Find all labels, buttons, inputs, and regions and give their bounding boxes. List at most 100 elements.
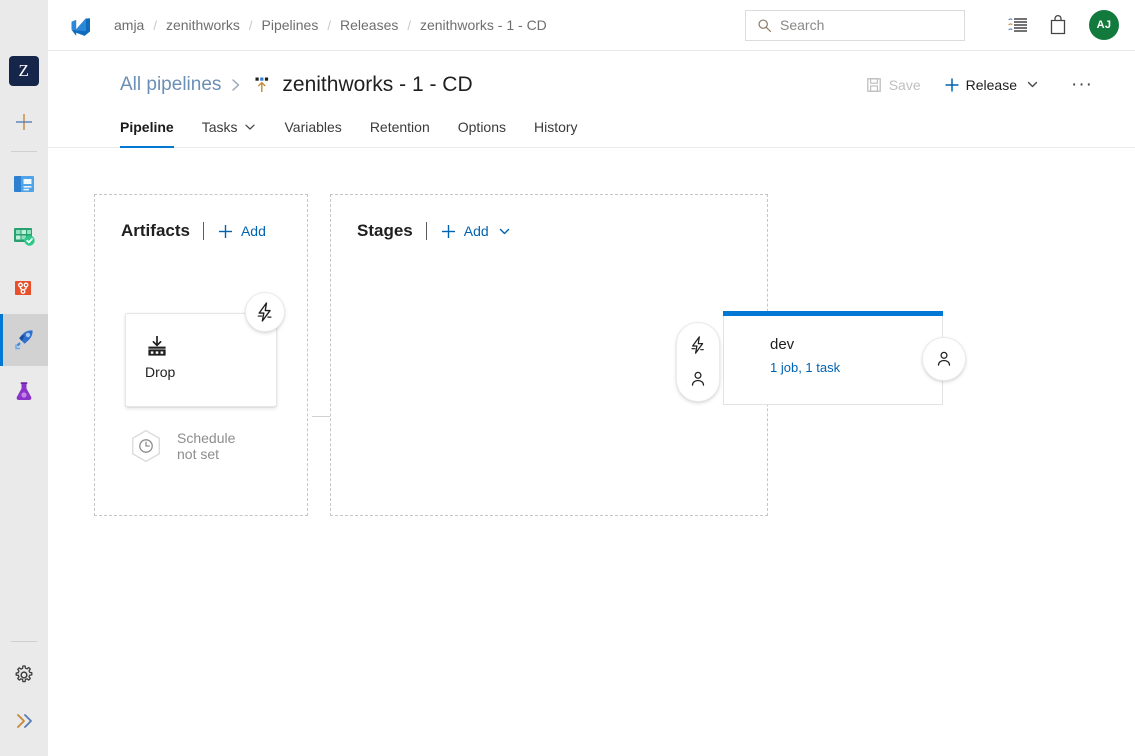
- work-items-icon[interactable]: [1001, 8, 1035, 42]
- plus-icon: [13, 111, 35, 133]
- page-header-row: All pipelines zenithworks - 1 - CD: [120, 61, 1111, 108]
- chevron-down-icon[interactable]: [1026, 78, 1039, 91]
- stages-title: Stages: [357, 221, 413, 241]
- pre-deployment-conditions-button[interactable]: [676, 322, 720, 402]
- expand-rail-button[interactable]: [0, 698, 48, 744]
- tab-history[interactable]: History: [534, 108, 578, 148]
- breadcrumb-item-org[interactable]: amja: [114, 17, 144, 33]
- tab-pipeline[interactable]: Pipeline: [120, 108, 174, 148]
- rail-divider: [11, 151, 37, 152]
- continuous-deployment-trigger-icon[interactable]: [245, 292, 285, 332]
- tab-retention[interactable]: Retention: [370, 108, 430, 148]
- test-plans-flask-icon: [11, 379, 37, 405]
- artifacts-panel: Artifacts Add: [94, 194, 308, 516]
- stages-panel-header: Stages Add: [331, 195, 767, 241]
- sidebar-item-test-plans[interactable]: [0, 366, 48, 418]
- rail-top-group: Z: [0, 0, 48, 418]
- plus-icon: [217, 223, 234, 240]
- boards-icon: [11, 223, 37, 249]
- lightning-bolt-glyph: [688, 335, 708, 355]
- breadcrumb-item-current[interactable]: zenithworks - 1 - CD: [420, 17, 547, 33]
- tab-tasks[interactable]: Tasks: [202, 108, 257, 148]
- tab-options-label: Options: [458, 119, 506, 135]
- schedule-trigger[interactable]: Schedule not set: [127, 427, 235, 465]
- artifacts-title: Artifacts: [121, 221, 190, 241]
- post-deployment-conditions-button[interactable]: [922, 337, 966, 381]
- divider: [203, 222, 204, 240]
- breadcrumb: amja / zenithworks / Pipelines / Release…: [114, 17, 547, 33]
- lightning-bolt-glyph: [254, 301, 276, 323]
- pipelines-rocket-icon: [11, 327, 37, 353]
- stage-card-dev[interactable]: dev 1 job, 1 task: [723, 315, 943, 405]
- artifact-name: Drop: [145, 364, 175, 380]
- create-release-button[interactable]: Release: [935, 69, 1047, 101]
- build-drop-glyph: [145, 334, 169, 358]
- pipeline-canvas: Artifacts Add: [48, 148, 1135, 756]
- add-stage-button[interactable]: Add: [440, 223, 511, 240]
- breadcrumb-item-pipelines[interactable]: Pipelines: [262, 17, 319, 33]
- pre-deployment-approval-person-icon: [688, 362, 708, 396]
- release-label: Release: [966, 77, 1017, 93]
- add-artifact-label: Add: [241, 223, 266, 239]
- tab-variables[interactable]: Variables: [284, 108, 341, 148]
- tab-bar: Pipeline Tasks Variables Retention Optio…: [48, 108, 1135, 148]
- project-avatar[interactable]: Z: [9, 56, 39, 86]
- sidebar-item-repos[interactable]: [0, 262, 48, 314]
- page-header-actions: Save Release: [852, 69, 1111, 101]
- double-chevron-right-icon: [12, 711, 36, 731]
- artifact-card-drop[interactable]: Drop: [125, 313, 277, 407]
- save-button[interactable]: Save: [858, 69, 929, 101]
- breadcrumb-item-releases[interactable]: Releases: [340, 17, 398, 33]
- sidebar-item-pipelines[interactable]: [0, 314, 48, 366]
- tab-retention-label: Retention: [370, 119, 430, 135]
- clock-icon: [127, 427, 165, 465]
- plus-icon: [440, 223, 457, 240]
- schedule-hexagon-glyph: [128, 428, 164, 464]
- add-stage-label: Add: [464, 223, 489, 239]
- chevron-down-icon[interactable]: [498, 225, 511, 238]
- stage-name: dev: [770, 336, 794, 353]
- app-root: Z: [0, 0, 1135, 756]
- tab-variables-label: Variables: [284, 119, 341, 135]
- gear-icon: [13, 664, 35, 686]
- tab-history-label: History: [534, 119, 578, 135]
- save-disk-icon: [866, 77, 882, 93]
- plus-icon: [943, 76, 961, 94]
- stages-panel: Stages Add: [330, 194, 768, 516]
- settings-button[interactable]: [0, 652, 48, 698]
- repos-icon: [11, 275, 37, 301]
- schedule-line2: not set: [177, 446, 219, 462]
- search-input[interactable]: Search: [745, 10, 965, 41]
- main-area: amja / zenithworks / Pipelines / Release…: [48, 0, 1135, 756]
- tab-pipeline-label: Pipeline: [120, 119, 174, 135]
- left-nav-rail: Z: [0, 0, 48, 756]
- search-placeholder: Search: [780, 17, 824, 33]
- rail-bottom-divider: [11, 641, 37, 642]
- page-title: zenithworks - 1 - CD: [282, 73, 472, 97]
- sidebar-item-overview[interactable]: [0, 158, 48, 210]
- chevron-right-icon: [229, 77, 242, 93]
- azure-devops-logo[interactable]: [66, 12, 96, 38]
- schedule-status: Schedule not set: [177, 430, 235, 462]
- breadcrumb-item-project[interactable]: zenithworks: [166, 17, 240, 33]
- chevron-down-icon[interactable]: [244, 121, 256, 133]
- stage-jobs-tasks-link[interactable]: 1 job, 1 task: [770, 360, 840, 375]
- all-pipelines-link[interactable]: All pipelines: [120, 74, 221, 96]
- marketplace-bag-icon[interactable]: [1041, 8, 1075, 42]
- top-bar-right-group: Search: [745, 8, 1119, 42]
- more-options-label: ···: [1061, 75, 1103, 94]
- sidebar-item-boards[interactable]: [0, 210, 48, 262]
- overview-icon: [11, 171, 37, 197]
- stage-accent-bar: [723, 311, 943, 316]
- save-label: Save: [889, 77, 921, 93]
- tab-options[interactable]: Options: [458, 108, 506, 148]
- more-options-button[interactable]: ···: [1053, 69, 1111, 101]
- breadcrumb-separator: /: [153, 18, 157, 33]
- artifacts-panel-header: Artifacts Add: [95, 195, 307, 241]
- release-pipeline-icon: [251, 75, 273, 95]
- breadcrumb-separator: /: [249, 18, 253, 33]
- avatar[interactable]: AJ: [1089, 10, 1119, 40]
- page-header: All pipelines zenithworks - 1 - CD: [48, 51, 1135, 108]
- add-artifact-button[interactable]: Add: [217, 223, 266, 240]
- new-item-button[interactable]: [7, 105, 41, 139]
